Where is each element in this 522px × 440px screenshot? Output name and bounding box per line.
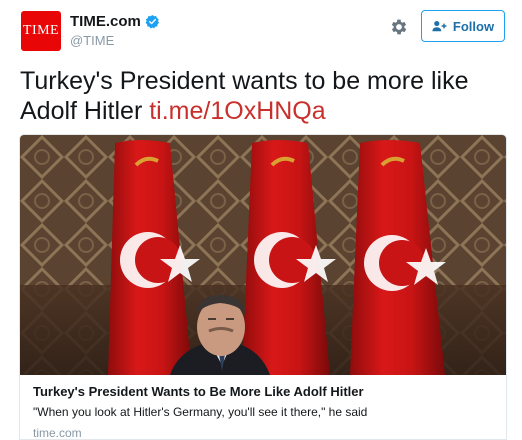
card-image[interactable] (20, 135, 506, 375)
follow-button[interactable]: Follow (421, 10, 505, 42)
display-name-row[interactable]: TIME.com (70, 13, 160, 30)
display-name[interactable]: TIME.com (70, 13, 141, 30)
tweet-link[interactable]: ti.me/1OxHNQa (149, 97, 325, 125)
card-description: "When you look at Hitler's Germany, you'… (33, 405, 368, 419)
account-name-block[interactable]: TIME.com @TIME (70, 13, 160, 48)
follow-label: Follow (452, 18, 495, 34)
card-title[interactable]: Turkey's President Wants to Be More Like… (33, 383, 493, 400)
avatar[interactable]: TIME (21, 11, 61, 51)
gear-icon[interactable] (389, 17, 409, 37)
tweet-text: Turkey's President wants to be more like… (20, 66, 510, 126)
link-card[interactable]: Turkey's President Wants to Be More Like… (19, 134, 507, 440)
card-domain: time.com (33, 426, 82, 440)
account-handle[interactable]: @TIME (70, 33, 160, 48)
card-body[interactable]: Turkey's President Wants to Be More Like… (20, 375, 506, 440)
add-user-icon (432, 21, 447, 32)
verified-badge-icon (145, 14, 159, 29)
tweet-header: TIME TIME.com @TIME Follow (0, 0, 522, 64)
avatar-logo-text: TIME (22, 23, 60, 38)
